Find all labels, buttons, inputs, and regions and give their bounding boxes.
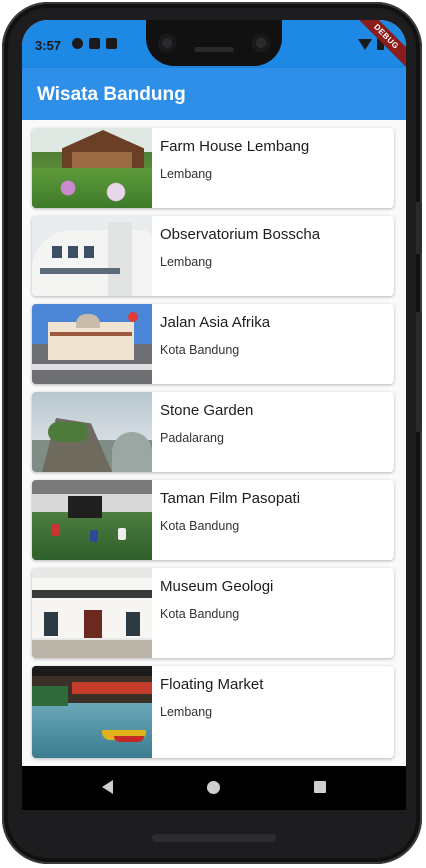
place-card[interactable]: Stone Garden Padalarang — [32, 392, 394, 472]
place-image — [32, 392, 152, 472]
place-name: Farm House Lembang — [160, 138, 310, 155]
place-image — [32, 216, 152, 296]
place-location: Lembang — [160, 255, 213, 269]
front-camera-icon — [158, 34, 176, 52]
wifi-icon — [358, 38, 372, 50]
power-button — [416, 312, 422, 432]
place-location: Lembang — [160, 167, 213, 181]
place-name: Floating Market — [160, 676, 264, 693]
place-location: Lembang — [160, 705, 213, 719]
place-location: Padalarang — [160, 431, 224, 445]
place-name: Museum Geologi — [160, 578, 274, 595]
back-icon[interactable] — [102, 780, 113, 794]
place-name: Taman Film Pasopati — [160, 490, 301, 507]
place-name: Stone Garden — [160, 402, 254, 419]
place-name: Jalan Asia Afrika — [160, 314, 271, 331]
screen: 3:57 DEBUG Wisata Bandung Farm House Lem… — [22, 20, 406, 810]
place-card[interactable]: Taman Film Pasopati Kota Bandung — [32, 480, 394, 560]
place-location: Kota Bandung — [160, 519, 240, 533]
system-nav-bar — [22, 766, 406, 810]
phone-frame: 3:57 DEBUG Wisata Bandung Farm House Lem… — [2, 2, 422, 864]
app-title: Wisata Bandung — [37, 84, 186, 105]
home-icon[interactable] — [207, 781, 220, 794]
place-image — [32, 128, 152, 208]
app-bar: Wisata Bandung — [22, 68, 406, 120]
place-image — [32, 480, 152, 560]
place-card[interactable]: Museum Geologi Kota Bandung — [32, 568, 394, 658]
bottom-speaker — [152, 834, 276, 842]
recent-apps-icon[interactable] — [314, 781, 326, 793]
place-card[interactable]: Floating Market Lembang — [32, 666, 394, 758]
earpiece — [194, 47, 234, 52]
shield-icon — [89, 38, 100, 49]
notch — [146, 20, 282, 66]
place-image — [32, 568, 152, 658]
place-card[interactable]: Jalan Asia Afrika Kota Bandung — [32, 304, 394, 384]
place-card[interactable]: Observatorium Bosscha Lembang — [32, 216, 394, 296]
places-list[interactable]: Farm House Lembang Lembang Observatorium… — [22, 120, 406, 766]
status-icons-left — [72, 38, 117, 49]
volume-button — [416, 202, 422, 254]
gear-icon — [72, 38, 83, 49]
place-image — [32, 304, 152, 384]
place-image — [32, 666, 152, 758]
status-time: 3:57 — [35, 38, 62, 53]
place-card[interactable]: Farm House Lembang Lembang — [32, 128, 394, 208]
place-location: Kota Bandung — [160, 343, 240, 357]
front-sensor-icon — [252, 34, 270, 52]
place-name: Observatorium Bosscha — [160, 226, 321, 243]
place-location: Kota Bandung — [160, 607, 240, 621]
sd-card-icon — [106, 38, 117, 49]
